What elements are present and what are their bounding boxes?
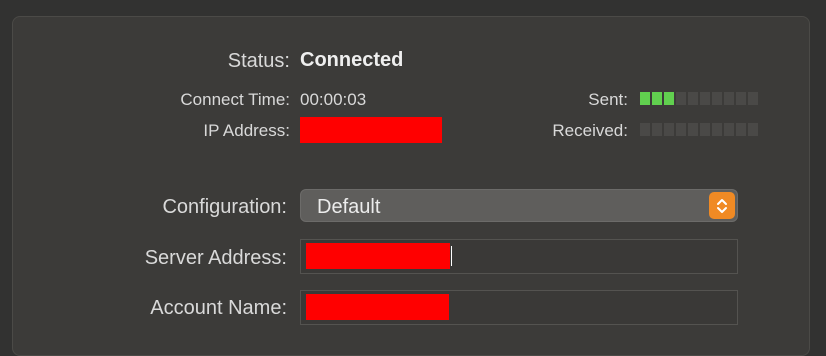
ip-address-label: IP Address: — [203, 121, 290, 140]
text-cursor — [451, 246, 452, 266]
configuration-label: Configuration: — [162, 196, 287, 218]
server-address-redacted — [306, 243, 450, 269]
ip-address-redacted — [300, 117, 442, 143]
meter-segment — [676, 92, 686, 105]
meter-segment — [640, 123, 650, 136]
meter-segment — [652, 123, 662, 136]
sent-label: Sent: — [588, 90, 628, 109]
meter-segment — [712, 92, 722, 105]
configuration-select[interactable]: Default — [300, 189, 738, 222]
meter-segment — [664, 123, 674, 136]
meter-segment — [700, 92, 710, 105]
status-value: Connected — [300, 49, 404, 71]
meter-segment — [736, 92, 746, 105]
account-name-field[interactable] — [300, 290, 738, 325]
server-address-field[interactable] — [300, 239, 738, 274]
meter-segment — [640, 92, 650, 105]
meter-segment — [700, 123, 710, 136]
status-label: Status: — [227, 50, 290, 72]
up-down-chevron-icon[interactable] — [709, 192, 735, 219]
received-label: Received: — [552, 121, 628, 140]
meter-segment — [748, 92, 758, 105]
configuration-selected-value: Default — [317, 196, 381, 218]
meter-segment — [724, 92, 734, 105]
meter-segment — [652, 92, 662, 105]
account-name-redacted — [306, 294, 449, 320]
connect-time-label: Connect Time: — [180, 90, 290, 109]
meter-segment — [688, 123, 698, 136]
meter-segment — [712, 123, 722, 136]
meter-segment — [736, 123, 746, 136]
meter-segment — [724, 123, 734, 136]
meter-segment — [664, 92, 674, 105]
meter-segment — [676, 123, 686, 136]
received-meter — [640, 123, 758, 136]
meter-segment — [748, 123, 758, 136]
account-name-label: Account Name: — [150, 297, 287, 319]
meter-segment — [688, 92, 698, 105]
server-address-label: Server Address: — [144, 247, 287, 269]
sent-meter — [640, 92, 758, 105]
connect-time-value: 00:00:03 — [300, 90, 367, 109]
